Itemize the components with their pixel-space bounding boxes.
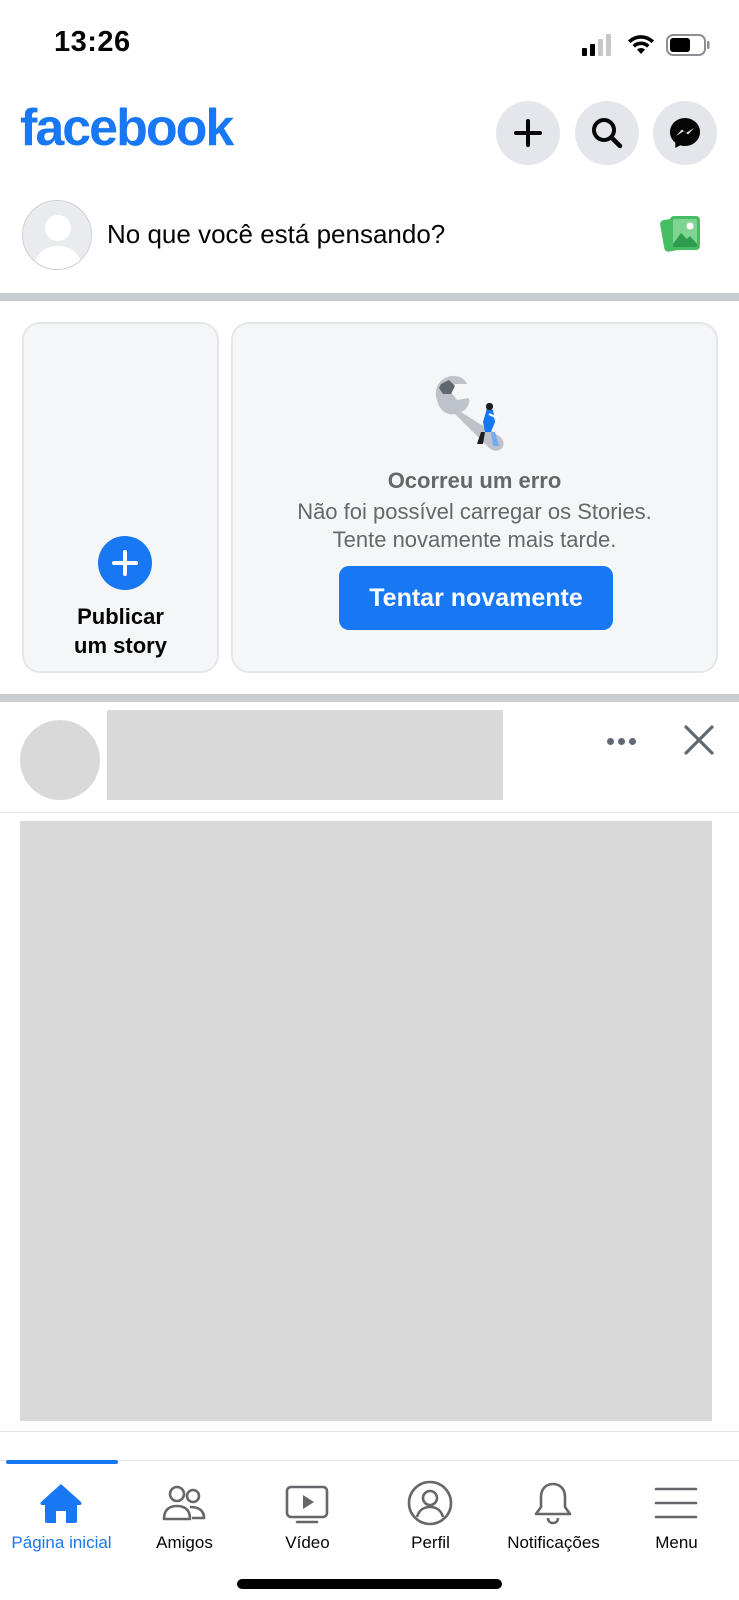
- section-divider: [0, 694, 739, 702]
- create-story-card[interactable]: Publicar um story: [22, 322, 219, 673]
- post-avatar-placeholder: [20, 720, 100, 800]
- profile-icon: [407, 1480, 453, 1526]
- facebook-logo[interactable]: facebook: [20, 98, 234, 158]
- tab-notifications[interactable]: Notificações: [492, 1461, 615, 1561]
- app-header: facebook: [0, 88, 739, 176]
- tab-home[interactable]: Página inicial: [0, 1461, 123, 1561]
- friends-icon: [162, 1485, 206, 1521]
- menu-icon: [654, 1487, 698, 1519]
- home-indicator[interactable]: [237, 1579, 502, 1589]
- plus-icon: [112, 550, 138, 576]
- section-divider: [0, 293, 739, 301]
- default-avatar-icon: [23, 201, 91, 269]
- stories-error-card: Ocorreu um erro Não foi possível carrega…: [231, 322, 718, 673]
- signal-icon: [582, 34, 614, 56]
- retry-button[interactable]: Tentar novamente: [339, 566, 613, 630]
- error-message: Não foi possível carregar os Stories. Te…: [297, 499, 652, 552]
- create-button[interactable]: [496, 101, 560, 165]
- battery-icon: [666, 34, 710, 56]
- composer-placeholder[interactable]: No que você está pensando?: [107, 219, 445, 250]
- tab-label: Amigos: [156, 1533, 213, 1552]
- search-button[interactable]: [575, 101, 639, 165]
- post-composer[interactable]: No que você está pensando?: [0, 190, 739, 290]
- tab-label: Vídeo: [285, 1533, 330, 1552]
- tab-friends[interactable]: Amigos: [123, 1461, 246, 1561]
- add-story-button[interactable]: [98, 536, 152, 590]
- tab-profile[interactable]: Perfil: [369, 1461, 492, 1561]
- divider: [0, 812, 739, 813]
- avatar[interactable]: [22, 200, 92, 270]
- close-icon[interactable]: [680, 721, 718, 759]
- wifi-icon: [628, 35, 654, 54]
- messenger-icon: [670, 118, 700, 148]
- divider: [0, 1431, 739, 1432]
- status-bar: 13:26: [0, 0, 739, 88]
- search-icon: [592, 118, 623, 149]
- status-time: 13:26: [54, 26, 131, 58]
- wrench-illustration-icon: [435, 375, 504, 451]
- post-media-placeholder: [20, 821, 712, 1421]
- tab-label: Perfil: [411, 1533, 450, 1552]
- tab-video[interactable]: Vídeo: [246, 1461, 369, 1561]
- tab-label: Menu: [655, 1533, 698, 1552]
- create-story-label: Publicar um story: [74, 604, 167, 658]
- more-options-button[interactable]: [601, 723, 641, 759]
- bell-icon: [534, 1482, 572, 1525]
- home-icon: [40, 1484, 82, 1523]
- video-icon: [285, 1485, 329, 1524]
- error-title: Ocorreu um erro: [387, 468, 562, 493]
- tab-label: Notificações: [507, 1533, 600, 1552]
- tab-menu[interactable]: Menu: [615, 1461, 738, 1561]
- plus-icon: [514, 119, 542, 147]
- photo-icon[interactable]: [660, 214, 702, 254]
- status-icons: [582, 30, 710, 60]
- post-header-placeholder: [107, 710, 503, 800]
- messenger-button[interactable]: [653, 101, 717, 165]
